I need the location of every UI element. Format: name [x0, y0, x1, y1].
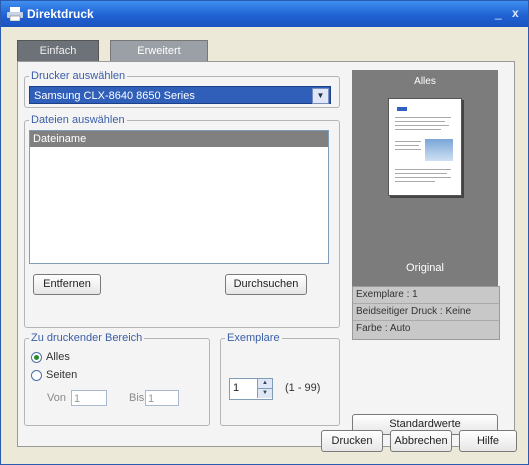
- to-label: Bis: [129, 392, 145, 404]
- printer-select-value: Samsung CLX-8640 8650 Series: [34, 90, 195, 102]
- all-label: Alles: [46, 351, 70, 363]
- info-color: Farbe : Auto: [356, 323, 411, 334]
- print-button[interactable]: Drucken: [321, 430, 383, 452]
- settings-summary: Exemplare : 1 Beidseitiger Druck : Keine…: [352, 286, 500, 340]
- pages-radio[interactable]: [31, 370, 42, 381]
- copies-range: (1 - 99): [285, 382, 321, 394]
- image-placeholder: [425, 139, 453, 161]
- printer-group-label: Drucker auswählen: [31, 70, 126, 82]
- direct-print-window: Direktdruck _ x Einfach Erweitert Drucke…: [0, 0, 529, 465]
- help-button[interactable]: Hilfe: [459, 430, 517, 452]
- minimize-button[interactable]: _: [495, 6, 502, 20]
- spin-down-icon[interactable]: ▼: [257, 389, 272, 398]
- text-line: [395, 117, 451, 118]
- to-field[interactable]: 1: [145, 390, 179, 406]
- text-line: [395, 121, 445, 122]
- browse-button[interactable]: Durchsuchen: [225, 274, 307, 295]
- dialog-body: Einfach Erweitert Drucker auswählen Sams…: [7, 33, 523, 457]
- pages-label: Seiten: [46, 369, 78, 381]
- tab-erweitert[interactable]: Erweitert: [110, 40, 208, 61]
- copies-group: Exemplare 1 ▲ ▼ (1 - 99): [220, 332, 340, 426]
- printer-icon: [7, 7, 23, 21]
- text-line: [395, 141, 421, 142]
- text-line: [395, 177, 451, 178]
- files-group: Dateien auswählen Dateiname Entfernen Du…: [24, 114, 340, 328]
- chevron-down-icon[interactable]: ▼: [312, 88, 329, 104]
- text-line: [395, 129, 441, 130]
- printer-select[interactable]: Samsung CLX-8640 8650 Series ▼: [29, 86, 331, 104]
- copies-value: 1: [233, 382, 240, 394]
- copies-stepper[interactable]: 1 ▲ ▼: [229, 378, 273, 400]
- range-group-label: Zu druckender Bereich: [31, 332, 143, 344]
- window-title: Direktdruck: [27, 7, 94, 21]
- from-label: Von: [47, 392, 66, 404]
- tab-einfach[interactable]: Einfach: [17, 40, 99, 61]
- preview-caption: Original: [406, 262, 444, 274]
- from-field[interactable]: 1: [71, 390, 107, 406]
- all-radio[interactable]: [31, 352, 42, 363]
- text-line: [395, 145, 419, 146]
- text-line: [395, 173, 447, 174]
- tab-panel: Drucker auswählen Samsung CLX-8640 8650 …: [17, 61, 515, 447]
- title-bar[interactable]: Direktdruck _ x: [1, 1, 528, 27]
- text-line: [395, 125, 449, 126]
- cancel-button[interactable]: Abbrechen: [390, 430, 452, 452]
- file-list[interactable]: Dateiname: [29, 130, 329, 264]
- file-list-header[interactable]: Dateiname: [30, 131, 328, 147]
- printer-group: Drucker auswählen Samsung CLX-8640 8650 …: [24, 70, 340, 108]
- preview-title: Alles: [414, 76, 436, 87]
- range-group: Zu druckender Bereich Alles Seiten Von 1…: [24, 332, 210, 426]
- info-copies: Exemplare : 1: [353, 287, 499, 304]
- text-line: [395, 169, 451, 170]
- logo-mark: [397, 107, 407, 111]
- text-line: [395, 149, 421, 150]
- print-preview: Alles Original: [352, 70, 498, 286]
- close-button[interactable]: x: [512, 6, 519, 20]
- remove-button[interactable]: Entfernen: [33, 274, 101, 295]
- preview-page-thumbnail: [388, 98, 462, 196]
- copies-group-label: Exemplare: [227, 332, 280, 344]
- spin-up-icon[interactable]: ▲: [257, 379, 272, 389]
- info-duplex: Beidseitiger Druck : Keine: [353, 304, 499, 321]
- files-group-label: Dateien auswählen: [31, 114, 125, 126]
- text-line: [395, 181, 435, 182]
